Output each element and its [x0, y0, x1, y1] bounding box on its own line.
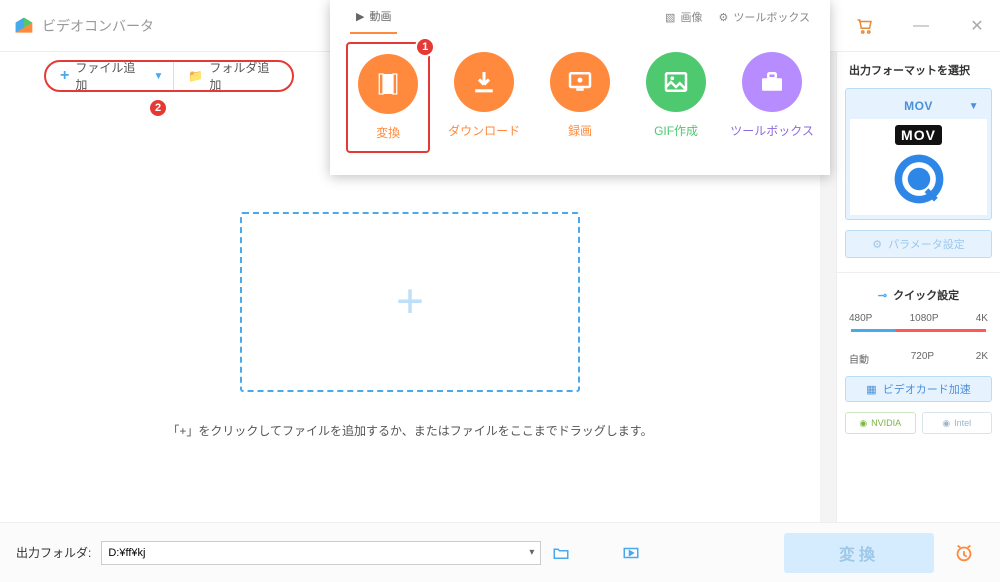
merge-button[interactable] [621, 543, 641, 563]
format-badge: MOV [895, 125, 942, 145]
add-file-button[interactable]: + ファイル追加 ▼ [46, 62, 173, 90]
res-480p: 480P [849, 313, 872, 324]
card-convert-label: 変換 [376, 124, 400, 141]
add-file-label: ファイル追加 [75, 59, 143, 93]
app-title: ビデオコンバータ [42, 16, 154, 36]
output-path-value: D:¥ff¥kj [108, 547, 145, 559]
resolution-slider[interactable]: 480P 1080P 4K [845, 313, 992, 339]
card-gif-label: GIF作成 [654, 122, 698, 139]
add-folder-button[interactable]: 📁 フォルダ追加 [173, 62, 292, 90]
toolbox-card-icon [742, 52, 802, 112]
parameter-settings-label: パラメータ設定 [888, 236, 965, 252]
scheduler-button[interactable] [944, 533, 984, 573]
annotation-badge-2: 2 [148, 98, 168, 118]
sliders-icon: ⚙ [872, 238, 882, 251]
chevron-down-icon: ▼ [153, 71, 163, 82]
res-720p: 720P [911, 351, 934, 366]
toolbox-icon: ⚙ [718, 11, 728, 24]
chevron-down-icon: ▼ [969, 101, 979, 112]
cart-icon[interactable] [854, 15, 876, 37]
quick-settings-title: ⊸ クイック設定 [845, 287, 992, 303]
plus-icon: + [60, 67, 69, 85]
sidebar-title: 出力フォーマットを選択 [845, 62, 992, 78]
video-icon: ▶ [356, 10, 364, 23]
popup-tabs: ▶ 動画 ▧ 画像 ⚙ ツールボックス [330, 0, 830, 34]
card-record-label: 録画 [568, 122, 592, 139]
card-toolbox-label: ツールボックス [730, 122, 814, 139]
gpu-accel-label: ビデオカード加速 [883, 381, 971, 397]
popup-tab-image[interactable]: ▧ 画像 [659, 0, 708, 34]
close-button[interactable]: ✕ [966, 15, 988, 37]
card-download[interactable]: ダウンロード [442, 42, 526, 153]
card-download-label: ダウンロード [448, 122, 520, 139]
format-name: MOV [904, 99, 933, 113]
chevron-down-icon: ▾ [529, 547, 534, 558]
popup-tab-video[interactable]: ▶ 動画 [350, 0, 397, 34]
convert-button-label: 変換 [839, 541, 879, 565]
image-icon: ▧ [665, 11, 675, 24]
gpu-accel-button[interactable]: ▦ ビデオカード加速 [845, 376, 992, 402]
file-dropzone[interactable]: + [240, 212, 580, 392]
dropzone-hint: 「+」をクリックしてファイルを追加するか、またはファイルをここまでドラッグします… [0, 422, 820, 439]
annotation-badge-1: 1 [415, 37, 435, 57]
card-gif[interactable]: GIF作成 [634, 42, 718, 153]
intel-icon: ◉ [942, 418, 950, 429]
folder-plus-icon: 📁 [188, 69, 203, 83]
dropzone-plus-icon: + [396, 275, 424, 330]
record-icon [550, 52, 610, 112]
quicktime-icon [889, 149, 949, 209]
popup-tab-video-label: 動画 [369, 8, 391, 24]
res-2k: 2K [976, 351, 988, 366]
popup-tab-image-label: 画像 [680, 9, 702, 25]
card-toolbox[interactable]: ツールボックス [730, 42, 814, 153]
open-folder-button[interactable] [551, 543, 571, 563]
download-icon [454, 52, 514, 112]
card-record[interactable]: 録画 [538, 42, 622, 153]
minimize-button[interactable]: — [910, 15, 932, 37]
parameter-settings-button[interactable]: ⚙ パラメータ設定 [845, 230, 992, 258]
bottom-bar: 出力フォルダ: D:¥ff¥kj ▾ 変換 [0, 522, 1000, 582]
convert-button[interactable]: 変換 [784, 533, 934, 573]
format-selector[interactable]: MOV ▼ MOV [845, 88, 992, 220]
res-4k: 4K [976, 313, 988, 324]
popup-tab-toolbox[interactable]: ⚙ ツールボックス [712, 0, 816, 34]
nvidia-icon: ◉ [859, 418, 867, 429]
convert-icon [358, 54, 418, 114]
res-auto: 自動 [849, 351, 869, 366]
add-bar: + ファイル追加 ▼ 📁 フォルダ追加 [44, 60, 294, 92]
card-convert[interactable]: 1 変換 [346, 42, 430, 153]
intel-chip[interactable]: ◉ Intel [922, 412, 993, 434]
output-path-select[interactable]: D:¥ff¥kj ▾ [101, 541, 541, 565]
nvidia-chip[interactable]: ◉ NVIDIA [845, 412, 916, 434]
popup-tab-toolbox-label: ツールボックス [733, 9, 810, 25]
chip-icon: ▦ [866, 383, 876, 396]
gif-icon [646, 52, 706, 112]
add-folder-label: フォルダ追加 [209, 59, 278, 93]
output-folder-label: 出力フォルダ: [16, 544, 91, 561]
window-controls: — ✕ [854, 0, 1000, 52]
app-logo [14, 16, 34, 36]
feature-popup: ▶ 動画 ▧ 画像 ⚙ ツールボックス 1 変換 ダウンロード 録画 GIF作成 [330, 0, 830, 175]
res-1080p: 1080P [910, 313, 939, 324]
sidebar: 出力フォーマットを選択 MOV ▼ MOV ⚙ パラメータ設定 ⊸ クイック設定… [836, 52, 1000, 522]
dash-icon: ⊸ [878, 289, 887, 302]
